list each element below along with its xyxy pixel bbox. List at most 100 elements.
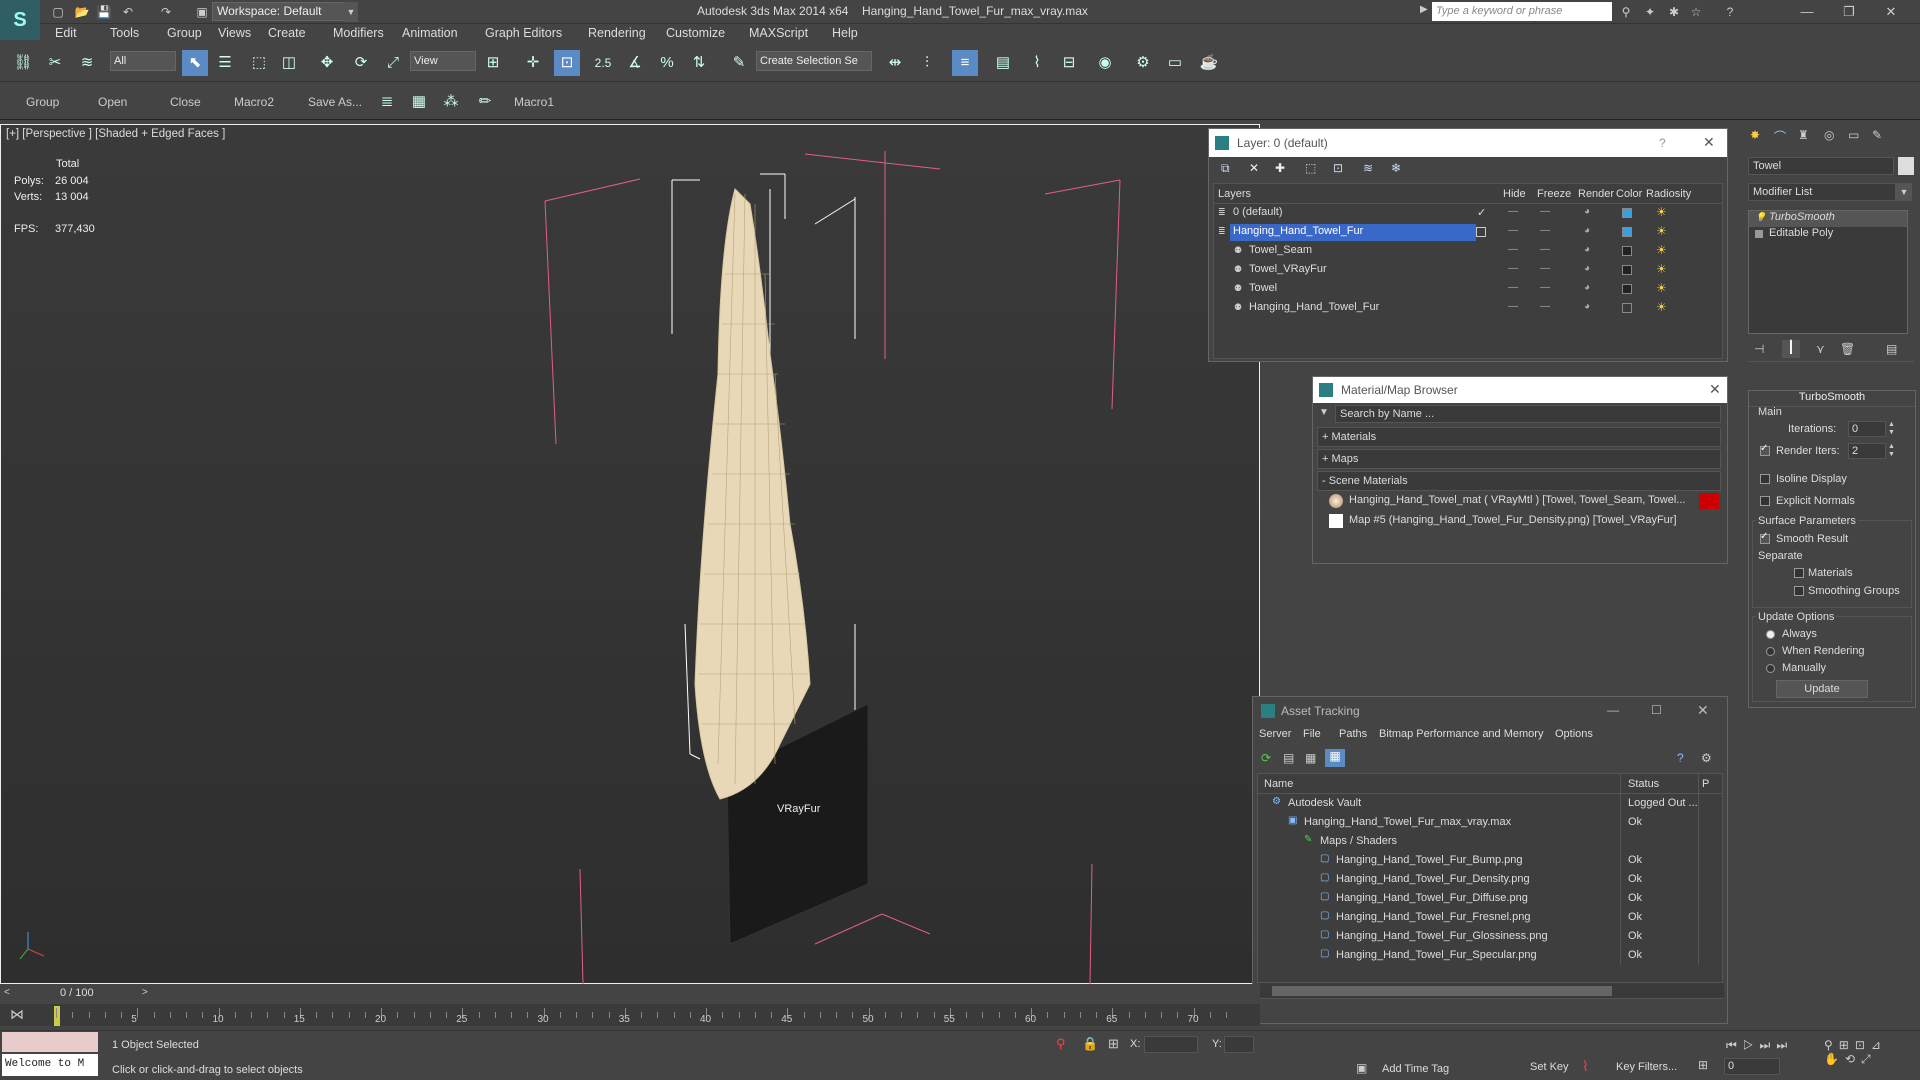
scene-material-item[interactable]: Hanging_Hand_Towel_mat ( VRayMtl ) [Towe… — [1327, 491, 1721, 511]
configure-sets-icon[interactable]: ▤ — [1886, 342, 1897, 356]
unlink-icon[interactable]: ✂ — [42, 50, 68, 76]
layer-name[interactable]: Hanging_Hand_Towel_Fur — [1230, 224, 1476, 241]
material-section-header[interactable]: + Maps — [1317, 449, 1721, 469]
new-file-icon[interactable]: ▢ — [50, 4, 66, 20]
asset-menu-server[interactable]: Server — [1259, 728, 1291, 740]
object-name-field[interactable]: Towel — [1748, 157, 1894, 175]
save-icon[interactable]: 💾 — [96, 4, 112, 20]
curve-editor-icon[interactable]: ⌇ — [1024, 50, 1050, 76]
current-frame-field[interactable]: 0 — [1724, 1058, 1780, 1075]
modify-tab-icon[interactable]: ⌒ — [1774, 128, 1786, 145]
hide-toggle[interactable]: — — [1508, 263, 1518, 274]
add-to-layer-icon[interactable]: ✚ — [1275, 161, 1285, 175]
time-slider[interactable]: < 0 / 100 > — [0, 984, 1260, 1004]
freeze-toggle[interactable]: — — [1540, 301, 1550, 312]
asset-row[interactable]: ▢ Hanging_Hand_Towel_Fur_Glossiness.png Ok — [1258, 927, 1722, 946]
menu-group[interactable]: Group — [167, 26, 202, 40]
menu-create[interactable]: Create — [268, 26, 306, 40]
particle-view-icon[interactable]: ⁂ — [438, 89, 464, 115]
freeze-all-icon[interactable]: ❄ — [1391, 161, 1401, 175]
minimize-button[interactable]: — — [1792, 2, 1822, 22]
close-button[interactable]: ✕ — [1876, 2, 1906, 22]
freeze-toggle[interactable]: — — [1540, 263, 1550, 274]
menu-customize[interactable]: Customize — [666, 26, 725, 40]
iterations-spinner[interactable]: 0 — [1848, 421, 1886, 437]
material-browser-close-icon[interactable]: ✕ — [1709, 381, 1721, 398]
move-icon[interactable]: ✥ — [314, 50, 340, 76]
menu-animation[interactable]: Animation — [402, 26, 458, 40]
subscription-icon[interactable]: ✦ — [1642, 4, 1658, 20]
window-crossing-icon[interactable]: ◫ — [276, 50, 302, 76]
layer-name[interactable]: Towel_VRayFur — [1246, 262, 1330, 279]
selection-lock-icon[interactable]: 🔒 — [1082, 1036, 1098, 1052]
thumbnail-view-icon[interactable]: ▦ — [1305, 751, 1316, 765]
orbit-icon[interactable]: ⟲ — [1845, 1052, 1861, 1066]
add-time-tag[interactable]: Add Time Tag — [1382, 1063, 1449, 1075]
radiosity-sun-icon[interactable]: ☀ — [1656, 300, 1667, 314]
go-to-end-icon[interactable]: ⏭ — [1776, 1038, 1793, 1052]
col-layers[interactable]: Layers — [1218, 188, 1251, 200]
layer-name[interactable]: Hanging_Hand_Towel_Fur — [1246, 300, 1382, 317]
layer-name[interactable]: 0 (default) — [1230, 205, 1286, 222]
undo-icon[interactable]: ↶ — [120, 4, 136, 20]
hierarchy-tab-icon[interactable]: ♜ — [1798, 128, 1809, 142]
display-tab-icon[interactable]: ▭ — [1848, 128, 1859, 142]
menu-edit[interactable]: Edit — [55, 26, 77, 40]
delete-layer-icon[interactable]: ✕ — [1249, 161, 1259, 175]
menu-tools[interactable]: Tools — [110, 26, 139, 40]
object-color-swatch[interactable] — [1898, 157, 1914, 175]
layer-row[interactable]: Towel ⚉ — — ◕ ☀ — [1214, 280, 1722, 299]
make-unique-icon[interactable]: ⋎ — [1816, 342, 1825, 356]
asset-help-icon[interactable]: ? — [1677, 751, 1684, 765]
layer-explorer-icon[interactable]: ≡ — [952, 50, 978, 76]
spinner-snap-icon[interactable]: ⇅ — [686, 50, 712, 76]
rotate-icon[interactable]: ⟳ — [348, 50, 374, 76]
favorites-star-icon[interactable]: ☆ — [1688, 4, 1704, 20]
brush-icon[interactable]: ✏ — [472, 89, 498, 115]
col-name[interactable]: Name — [1264, 778, 1293, 790]
select-layer-objects-icon[interactable]: ⬚ — [1305, 161, 1316, 175]
render-teapot-icon[interactable]: ◕ — [1584, 225, 1590, 236]
asset-menu-file[interactable]: File — [1303, 728, 1321, 740]
layer-color-swatch[interactable] — [1622, 303, 1632, 313]
bind-space-warp-icon[interactable]: ≋ — [74, 50, 100, 76]
col-render[interactable]: Render — [1578, 188, 1614, 200]
asset-row[interactable]: ▢ Hanging_Hand_Towel_Fur_Bump.png Ok — [1258, 851, 1722, 870]
material-section-header[interactable]: + Materials — [1317, 427, 1721, 447]
search-options-chevron-icon[interactable]: ▼ — [1319, 407, 1329, 418]
menu-maxscript[interactable]: MAXScript — [749, 26, 808, 40]
remove-modifier-icon[interactable]: 🗑 — [1840, 342, 1855, 356]
graphite-ribbon-icon[interactable]: ▤ — [990, 50, 1016, 76]
radiosity-sun-icon[interactable]: ☀ — [1656, 243, 1667, 257]
next-key-icon[interactable]: ⏭ — [1760, 1038, 1777, 1052]
material-search-input[interactable]: Search by Name ... — [1335, 405, 1721, 423]
save-as-button[interactable]: Save As... — [308, 95, 362, 109]
layer-manager-titlebar[interactable]: Layer: 0 (default) ? ✕ — [1209, 129, 1727, 157]
hide-all-icon[interactable]: ≋ — [1363, 161, 1373, 175]
select-object-icon[interactable]: ⬉ — [182, 50, 208, 76]
select-and-link-icon[interactable]: ⛓ — [10, 50, 36, 76]
search-input[interactable]: Type a keyword or phrase — [1432, 2, 1612, 21]
always-radio[interactable] — [1766, 630, 1775, 639]
isoline-display-checkbox[interactable] — [1760, 474, 1770, 484]
menu-graph-editors[interactable]: Graph Editors — [485, 26, 562, 40]
material-section-header[interactable]: - Scene Materials — [1317, 471, 1721, 491]
refresh-icon[interactable]: ⟳ — [1261, 751, 1271, 765]
layer-color-swatch[interactable] — [1622, 265, 1632, 275]
hide-toggle[interactable]: — — [1508, 301, 1518, 312]
workspace-dropdown[interactable]: Workspace: Default — [212, 2, 356, 21]
col-color[interactable]: Color — [1616, 188, 1642, 200]
schematic-view-icon[interactable]: ⊟ — [1056, 50, 1082, 76]
separate-smoothing-groups-checkbox[interactable] — [1794, 586, 1804, 596]
create-layer-icon[interactable]: ⧉ — [1221, 161, 1230, 176]
welcome-field[interactable]: Welcome to M — [2, 1054, 98, 1076]
asset-minimize-button[interactable]: — — [1607, 703, 1619, 717]
motion-tab-icon[interactable]: ◎ — [1824, 128, 1834, 142]
layer-row[interactable]: Hanging_Hand_Towel_Fur ≣ — — ◕ ☀ — [1214, 223, 1722, 242]
hide-toggle[interactable]: — — [1508, 282, 1518, 293]
hide-toggle[interactable]: — — [1508, 244, 1518, 255]
asset-row[interactable]: ▢ Hanging_Hand_Towel_Fur_Fresnel.png Ok — [1258, 908, 1722, 927]
time-tag-icon[interactable]: ▣ — [1356, 1061, 1367, 1075]
hide-toggle[interactable]: — — [1508, 206, 1518, 217]
freeze-toggle[interactable]: — — [1540, 206, 1550, 217]
